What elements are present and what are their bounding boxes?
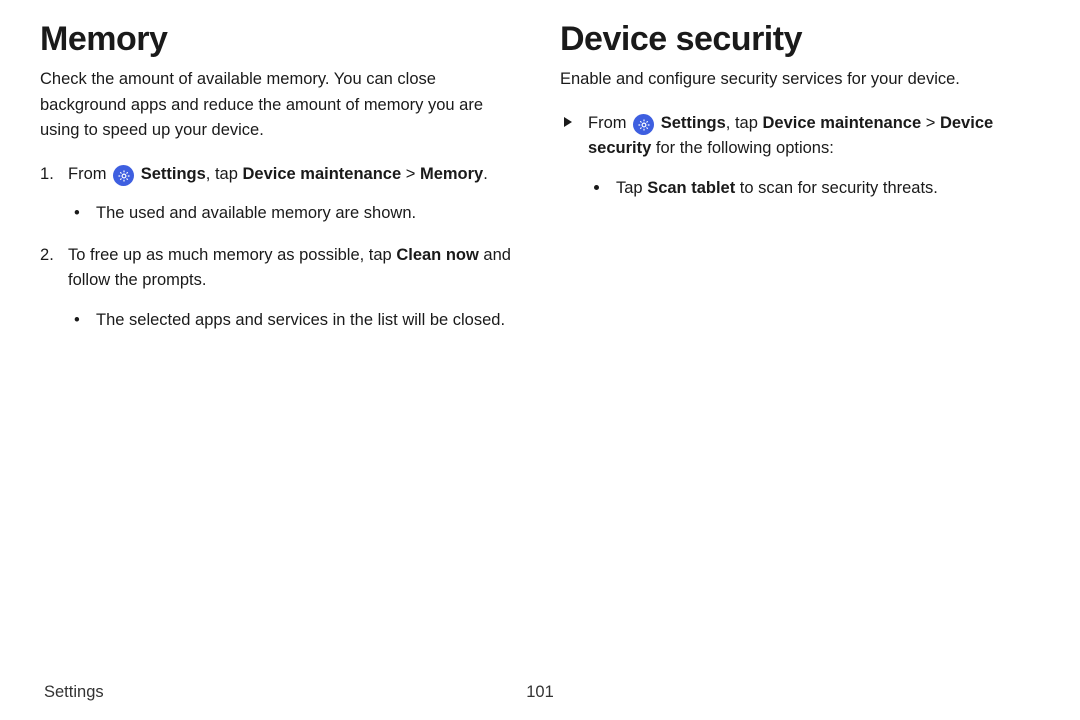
step-2: To free up as much memory as possible, t… [40, 243, 520, 334]
footer-page-number: 101 [526, 683, 554, 702]
step2-sub-item: The selected apps and services in the li… [68, 308, 520, 334]
b1-settings: Settings [661, 114, 726, 132]
b1-dm: Device maintenance [762, 114, 921, 132]
step1-gt: > [401, 165, 420, 183]
page-columns: Memory Check the amount of available mem… [0, 0, 1080, 350]
steps-memory: From Settings, tap Device maintenance > … [40, 162, 520, 334]
b1-mid: , tap [726, 114, 763, 132]
sub-scan: Scan tablet [647, 179, 735, 197]
heading-security: Device security [560, 20, 1040, 59]
security-list: From Settings, tap Device maintenance > … [560, 111, 1040, 202]
step1-text-mid: , tap [206, 165, 243, 183]
right-column: Device security Enable and configure sec… [560, 20, 1040, 350]
intro-security: Enable and configure security services f… [560, 67, 1040, 93]
gear-icon [113, 165, 134, 186]
b1-gt: > [921, 114, 940, 132]
footer-section: Settings [44, 683, 104, 702]
step1-text-pre: From [68, 165, 111, 183]
step2-text-pre: To free up as much memory as possible, t… [68, 246, 396, 264]
step2-clean: Clean now [396, 246, 479, 264]
b1-pre: From [588, 114, 631, 132]
page-footer: Settings 101 [0, 683, 1080, 702]
b1-post: for the following options: [651, 139, 834, 157]
sub-pre: Tap [616, 179, 647, 197]
step1-memory: Memory [420, 165, 483, 183]
left-column: Memory Check the amount of available mem… [40, 20, 520, 350]
step1-sub-item: The used and available memory are shown. [68, 201, 520, 227]
step1-settings: Settings [141, 165, 206, 183]
step-1: From Settings, tap Device maintenance > … [40, 162, 520, 227]
heading-memory: Memory [40, 20, 520, 59]
step1-dm: Device maintenance [242, 165, 401, 183]
intro-memory: Check the amount of available memory. Yo… [40, 67, 520, 144]
security-sub-item: Tap Scan tablet to scan for security thr… [588, 176, 1040, 202]
security-sub-list: Tap Scan tablet to scan for security thr… [588, 176, 1040, 202]
step1-sub-list: The used and available memory are shown. [68, 201, 520, 227]
security-bullet-1: From Settings, tap Device maintenance > … [560, 111, 1040, 202]
gear-icon [633, 114, 654, 135]
step2-sub-list: The selected apps and services in the li… [68, 308, 520, 334]
sub-post: to scan for security threats. [735, 179, 938, 197]
step1-end: . [483, 165, 488, 183]
